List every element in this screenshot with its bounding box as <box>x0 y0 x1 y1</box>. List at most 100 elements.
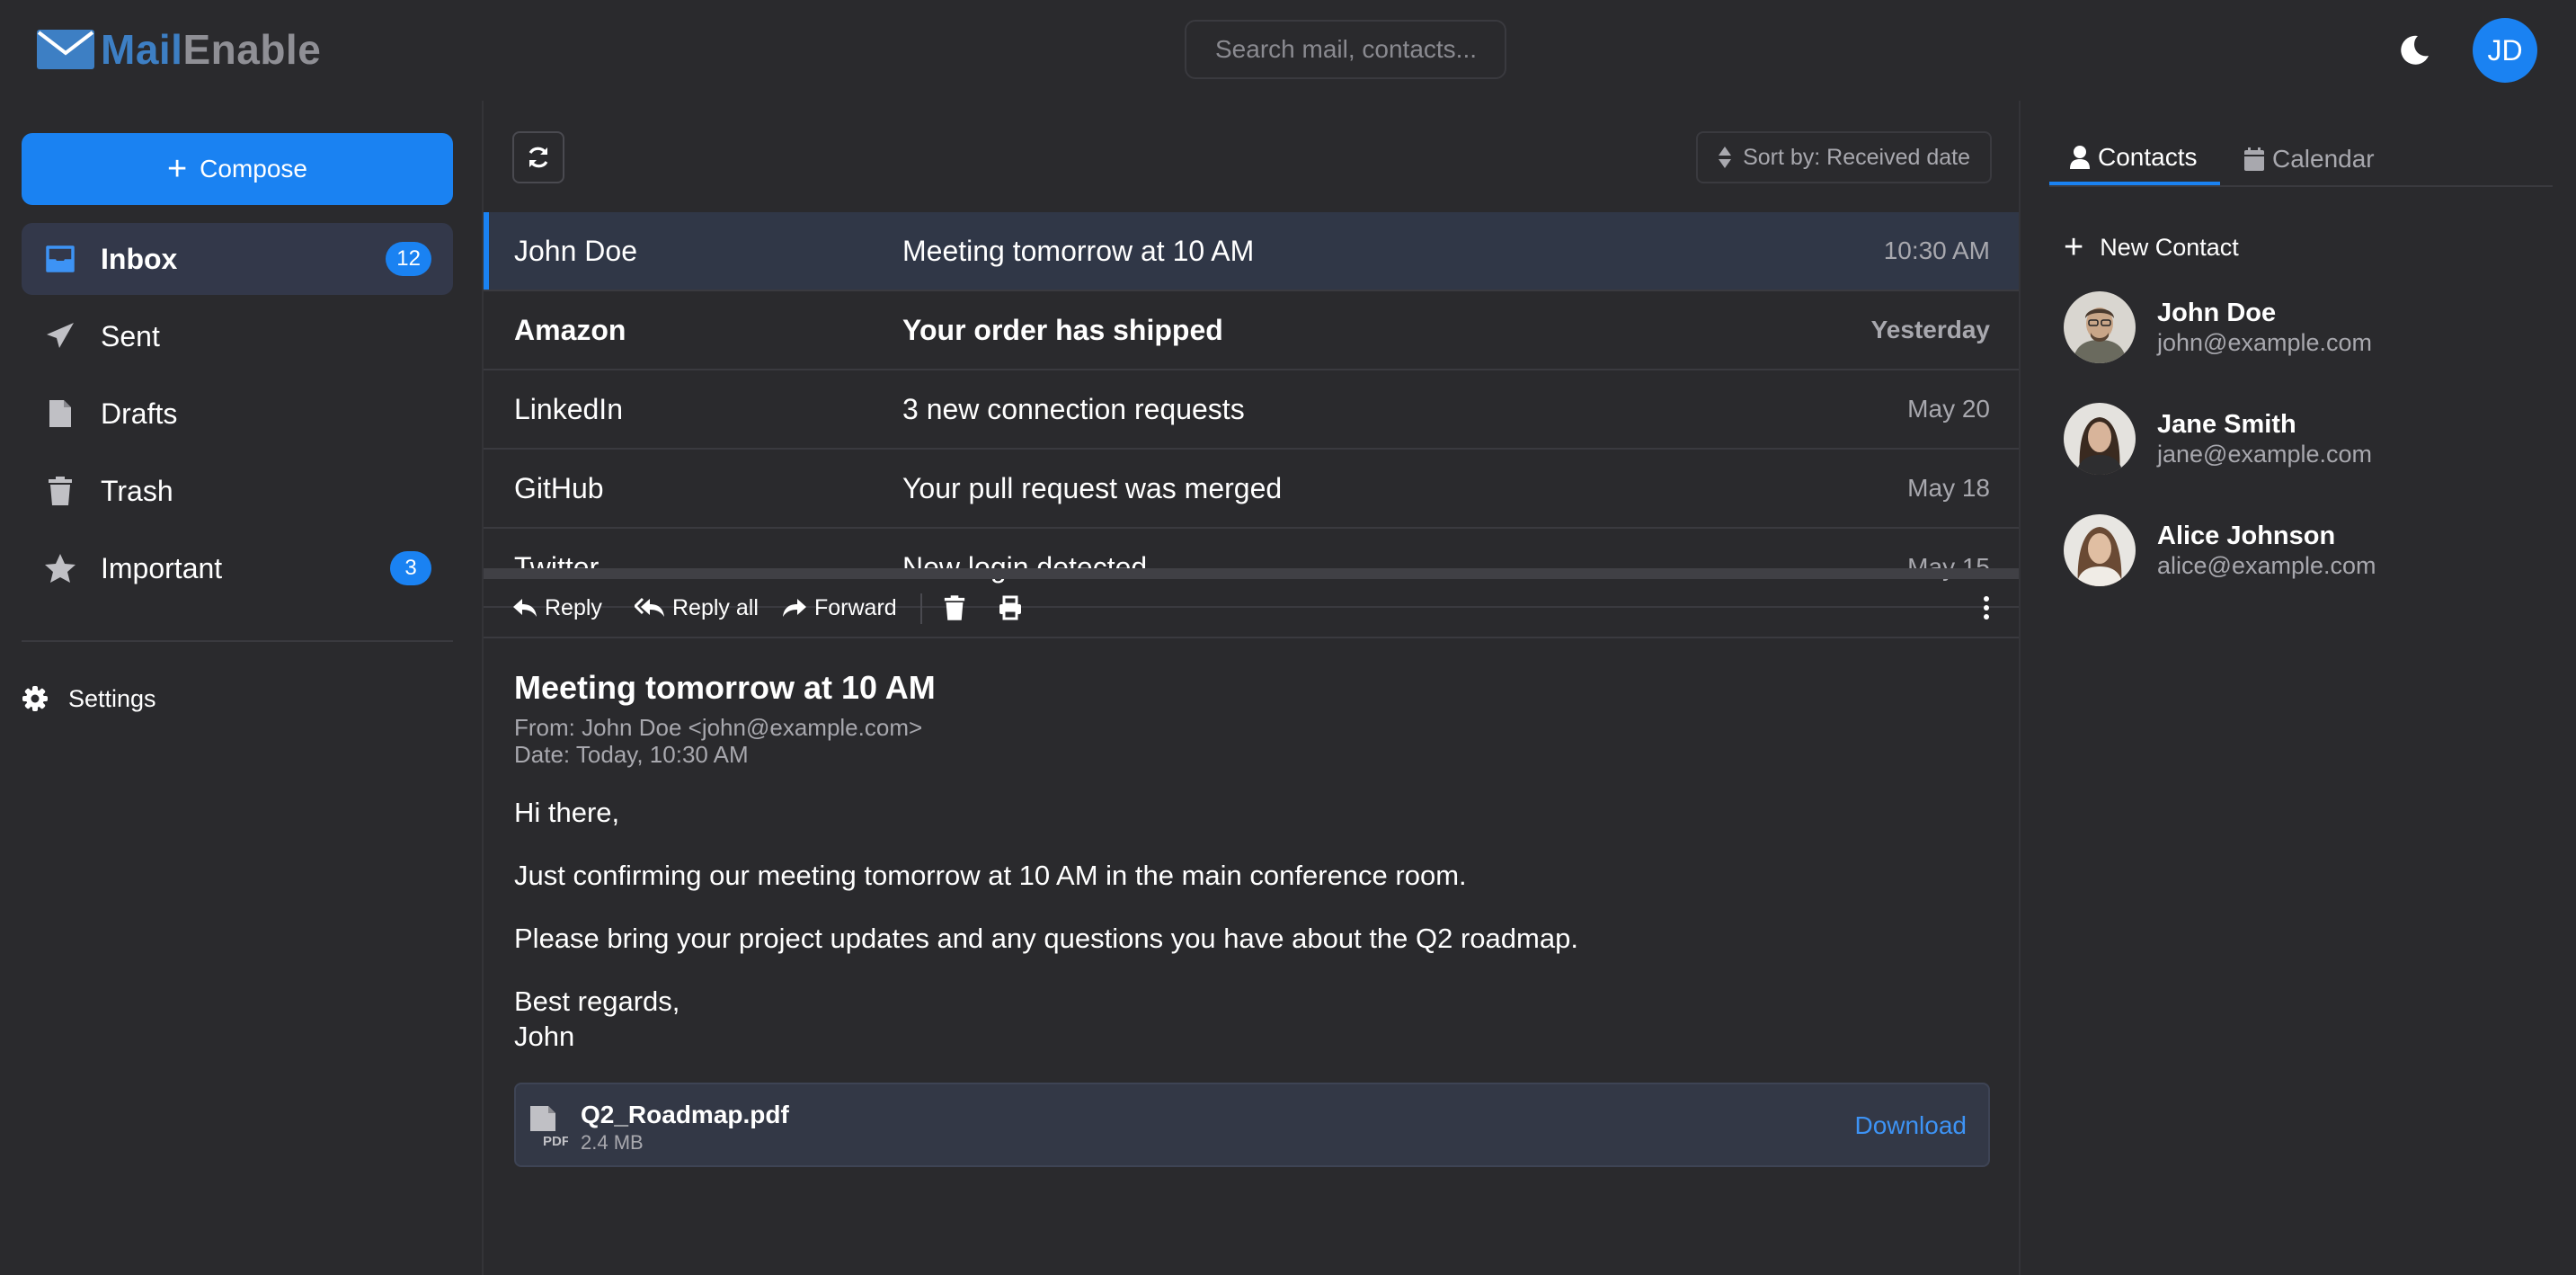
reply-all-button[interactable]: Reply all <box>635 579 759 637</box>
sidebar-item-label: Inbox <box>101 242 178 275</box>
paper-plane-icon <box>43 319 77 353</box>
unread-count-badge: 12 <box>386 242 431 276</box>
mail-date: May 18 <box>1907 474 1990 502</box>
contact-email: jane@example.com <box>2157 441 2373 468</box>
user-avatar[interactable]: JD <box>2473 18 2537 83</box>
mail-row[interactable]: John Doe Meeting tomorrow at 10 AM 10:30… <box>484 212 2019 291</box>
pdf-file-icon: PDF <box>530 1106 568 1149</box>
mail-sender: GitHub <box>514 472 604 504</box>
trash-icon <box>944 595 965 620</box>
app-logo[interactable]: MailEnable <box>36 25 321 74</box>
sort-icon <box>1719 147 1732 168</box>
person-icon <box>2070 146 2090 169</box>
forward-icon <box>783 599 806 617</box>
email-subject-heading: Meeting tomorrow at 10 AM <box>514 669 936 706</box>
attachment-name: Q2_Roadmap.pdf <box>581 1101 789 1128</box>
more-options-button[interactable] <box>1970 592 2003 624</box>
sidebar-item-label: Trash <box>101 474 173 507</box>
contact-name: Alice Johnson <box>2157 522 2336 550</box>
sidebar-item-label: Important <box>101 551 223 584</box>
contact-name: John Doe <box>2157 299 2277 327</box>
mail-date: 10:30 AM <box>1883 236 1990 264</box>
top-bar: MailEnable JD <box>0 0 2576 101</box>
sidebar-item-label: Sent <box>101 319 160 352</box>
contact-item[interactable]: John Doe john@example.com <box>2064 291 2549 372</box>
reply-label: Reply <box>545 594 602 620</box>
contact-item[interactable]: Jane Smith jane@example.com <box>2064 403 2549 484</box>
settings-label: Settings <box>68 684 156 712</box>
sidebar-item-sent[interactable]: Sent <box>22 300 453 372</box>
mail-row[interactable]: LinkedIn 3 new connection requests May 2… <box>484 370 2019 450</box>
mail-subject: Your order has shipped <box>902 314 1223 346</box>
mail-date: May 20 <box>1907 395 1990 423</box>
forward-label: Forward <box>814 594 897 620</box>
pane-resize-handle[interactable] <box>484 568 2019 579</box>
right-panel-tabs: Contacts Calendar <box>2049 133 2553 187</box>
sidebar-item-label: Drafts <box>101 397 178 430</box>
contact-item[interactable]: Alice Johnson alice@example.com <box>2064 514 2549 595</box>
mail-subject: Meeting tomorrow at 10 AM <box>902 235 1255 267</box>
sidebar-item-drafts[interactable]: Drafts <box>22 378 453 450</box>
sidebar-item-inbox[interactable]: Inbox 12 <box>22 223 453 295</box>
tab-label: Contacts <box>2098 143 2198 171</box>
email-signoff: Best regards, <box>514 985 680 1017</box>
tab-calendar[interactable]: Calendar <box>2243 133 2375 185</box>
download-link[interactable]: Download <box>1854 1111 1967 1140</box>
email-date: Date: Today, 10:30 AM <box>514 741 749 768</box>
email-paragraph: Just confirming our meeting tomorrow at … <box>514 860 1467 891</box>
vertical-ellipsis-icon <box>1984 596 1989 620</box>
mail-row[interactable]: GitHub Your pull request was merged May … <box>484 450 2019 529</box>
trash-icon <box>43 474 77 508</box>
contact-email: john@example.com <box>2157 329 2373 356</box>
delete-button[interactable] <box>938 592 971 624</box>
settings-link[interactable]: Settings <box>22 676 156 721</box>
logo-text: MailEnable <box>101 26 322 73</box>
email-paragraph: Please bring your project updates and an… <box>514 923 1578 954</box>
right-panel: Contacts Calendar + New Contact John Doe… <box>2021 101 2576 1275</box>
action-separator <box>920 593 922 624</box>
envelope-logo-icon <box>37 30 94 69</box>
attachment-card[interactable]: PDF Q2_Roadmap.pdf 2.4 MB Download <box>514 1083 1990 1167</box>
mail-subject: Your pull request was merged <box>902 472 1283 504</box>
mail-row[interactable]: Amazon Your order has shipped Yesterday <box>484 291 2019 370</box>
sidebar-item-important[interactable]: Important 3 <box>22 532 453 604</box>
sort-label: Sort by: Received date <box>1743 144 1970 170</box>
new-contact-button[interactable]: + New Contact <box>2064 225 2239 270</box>
dark-mode-moon-icon[interactable] <box>2396 32 2432 68</box>
compose-label: Compose <box>200 155 308 183</box>
main-pane: Sort by: Received date John Doe Meeting … <box>482 101 2021 1275</box>
mail-subject: 3 new connection requests <box>902 393 1245 425</box>
contact-name: Jane Smith <box>2157 410 2296 439</box>
refresh-button[interactable] <box>512 131 564 183</box>
mail-sender: John Doe <box>514 235 637 267</box>
inbox-icon <box>43 242 77 276</box>
search-input[interactable] <box>1185 20 1506 79</box>
tab-contacts[interactable]: Contacts <box>2049 133 2220 185</box>
compose-button[interactable]: + Compose <box>22 133 453 205</box>
new-contact-label: New Contact <box>2100 233 2239 261</box>
sidebar-divider <box>22 640 453 642</box>
mail-date: Yesterday <box>1870 316 1990 343</box>
reply-icon <box>513 599 537 617</box>
contact-email: alice@example.com <box>2157 552 2376 579</box>
gear-icon <box>22 686 48 711</box>
contact-avatar <box>2064 291 2136 363</box>
sort-dropdown[interactable]: Sort by: Received date <box>1696 131 1992 183</box>
mail-sender: LinkedIn <box>514 393 623 425</box>
reply-all-label: Reply all <box>672 594 759 620</box>
reply-all-icon <box>635 597 664 617</box>
mail-sender: Amazon <box>514 314 626 346</box>
forward-button[interactable]: Forward <box>782 579 897 637</box>
refresh-icon <box>529 147 548 168</box>
reply-button[interactable]: Reply <box>512 579 602 637</box>
email-greeting: Hi there, <box>514 797 620 828</box>
important-count-badge: 3 <box>390 551 431 585</box>
plus-icon: + <box>2064 228 2084 266</box>
star-icon <box>43 551 77 585</box>
plus-icon: + <box>166 150 188 188</box>
sidebar-item-trash[interactable]: Trash <box>22 455 453 527</box>
attachment-size: 2.4 MB <box>581 1131 644 1154</box>
print-button[interactable] <box>994 592 1026 624</box>
tab-label: Calendar <box>2272 145 2375 173</box>
calendar-icon <box>2244 147 2264 171</box>
